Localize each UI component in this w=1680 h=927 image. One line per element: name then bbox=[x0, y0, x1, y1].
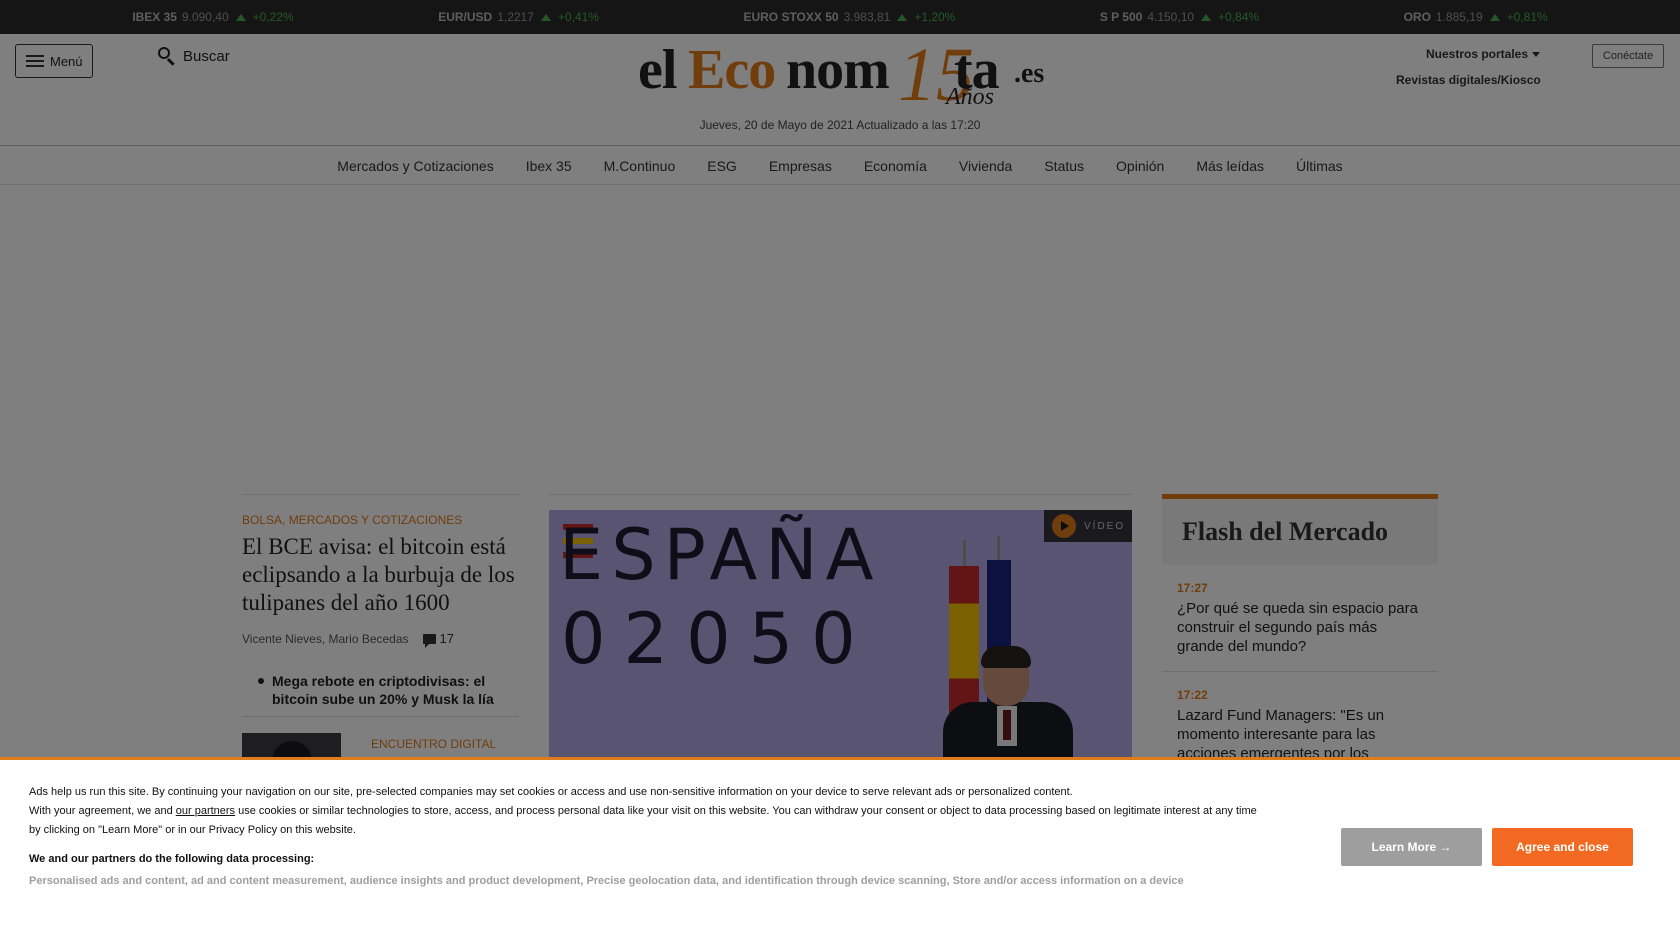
consent-purposes[interactable]: Personalised ads and content, ad and con… bbox=[29, 872, 1259, 891]
consent-heading: We and our partners do the following dat… bbox=[29, 853, 315, 865]
consent-paragraph-1: Ads help us run this site. By continuing… bbox=[29, 786, 1073, 798]
agree-button[interactable]: Agree and close bbox=[1492, 828, 1633, 866]
partners-link[interactable]: our partners bbox=[176, 805, 235, 817]
cookie-consent-banner: Ads help us run this site. By continuing… bbox=[0, 757, 1680, 927]
learn-more-button[interactable]: Learn More → bbox=[1341, 828, 1482, 866]
consent-text: Ads help us run this site. By continuing… bbox=[29, 783, 1259, 840]
consent-paragraph-2-start: With your agreement, we and bbox=[29, 805, 176, 817]
